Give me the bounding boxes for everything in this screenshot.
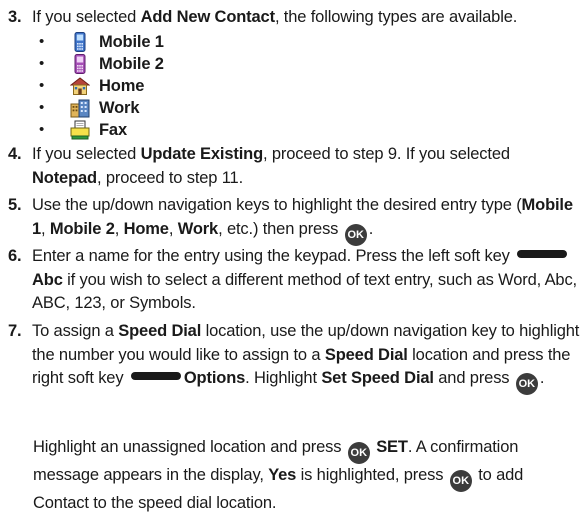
text: if you wish to select a different method… — [32, 270, 577, 313]
bold-term: Notepad — [32, 168, 97, 187]
step-text: If you selected Update Existing, proceed… — [32, 143, 580, 190]
type-label: Fax — [99, 121, 127, 139]
type-label: Home — [99, 77, 145, 95]
step-text: If you selected Add New Contact, the fol… — [32, 6, 580, 30]
bold-term: Set Speed Dial — [321, 369, 434, 387]
step-number: 4. — [8, 145, 22, 163]
bullet: • — [39, 55, 45, 72]
bold-term: Mobile 2 — [49, 219, 115, 238]
type-label: Mobile 2 — [99, 55, 164, 73]
office-building-icon — [70, 99, 90, 118]
step-number: 3. — [8, 8, 22, 26]
house-icon — [70, 77, 90, 95]
bold-term: Speed Dial — [324, 345, 408, 364]
type-label: Mobile 1 — [99, 33, 164, 51]
mobile-phone-purple-icon — [74, 54, 86, 74]
ok-key-icon: OK — [347, 442, 370, 464]
bullet: • — [39, 33, 45, 50]
type-label: Work — [99, 99, 140, 117]
step-text: Enter a name for the entry using the key… — [32, 245, 580, 316]
bold-term: SET — [376, 438, 408, 456]
text: , — [41, 219, 50, 238]
fax-machine-icon — [70, 120, 90, 140]
bold-term: Home — [123, 219, 169, 238]
text: Highlight an unassigned location and pre… — [33, 438, 346, 456]
bold-term: Abc — [32, 270, 63, 289]
ok-key-icon: OK — [515, 373, 538, 395]
bold-term: Add New Contact — [140, 8, 275, 26]
step-7-paragraph-2: Highlight an unassigned location and pre… — [33, 436, 573, 516]
text: If you selected — [32, 145, 141, 163]
text: , — [168, 219, 178, 238]
bold-term: Update Existing — [140, 145, 264, 163]
step-number: 7. — [8, 322, 22, 340]
text: . — [368, 219, 374, 238]
text: , proceed to step 9. If you selected — [263, 145, 510, 163]
text: . — [539, 369, 545, 387]
text: Use the up/down navigation keys to highl… — [32, 196, 522, 214]
step-text: Use the up/down navigation keys to highl… — [32, 194, 580, 246]
step-number: 6. — [8, 247, 22, 265]
text: To assign a — [32, 322, 119, 340]
left-soft-key-icon — [517, 250, 568, 258]
text: , the following types are available. — [274, 8, 518, 26]
step-number: 5. — [8, 196, 22, 214]
text: Enter a name for the entry using the key… — [32, 247, 515, 265]
ok-key-icon: OK — [344, 223, 367, 246]
text: and press — [433, 369, 514, 387]
mobile-phone-blue-icon — [74, 32, 86, 52]
bold-term: Options — [183, 369, 246, 387]
bold-term: Work — [177, 219, 219, 238]
text: If you selected — [32, 8, 141, 26]
right-soft-key-icon — [130, 372, 181, 380]
text: , — [114, 219, 124, 238]
text: , etc.) then press — [218, 219, 343, 238]
bullet: • — [39, 99, 45, 116]
ok-key-icon: OK — [449, 470, 472, 492]
text: . Highlight — [245, 369, 322, 387]
bullet: • — [39, 77, 45, 94]
bullet: • — [39, 121, 45, 138]
bold-term: Speed Dial — [118, 322, 202, 340]
bold-term: Yes — [268, 466, 297, 484]
text: , proceed to step 11. — [96, 168, 244, 187]
text: is highlighted, press — [296, 466, 448, 484]
step-text: To assign a Speed Dial location, use the… — [32, 320, 580, 395]
